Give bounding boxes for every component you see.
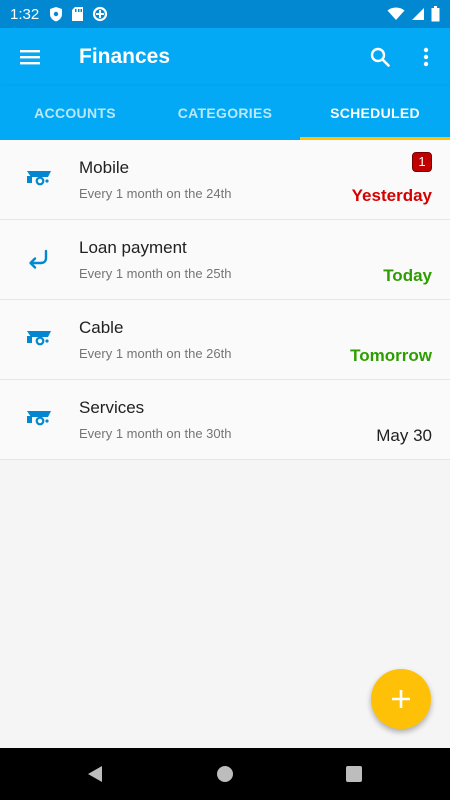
status-left-icons — [49, 6, 108, 22]
return-arrow-icon — [29, 249, 48, 269]
scheduled-item-cable[interactable]: Cable Every 1 month on the 26th Tomorrow — [0, 300, 450, 380]
tab-categories[interactable]: CATEGORIES — [150, 86, 300, 140]
search-icon[interactable] — [368, 45, 392, 69]
scheduled-recurrence: Every 1 month on the 30th — [79, 426, 232, 441]
scheduled-recurrence: Every 1 month on the 25th — [79, 266, 232, 281]
back-icon[interactable] — [85, 764, 105, 784]
tab-bar: ACCOUNTS CATEGORIES SCHEDULED — [0, 86, 450, 140]
scheduled-title: Mobile — [79, 158, 130, 177]
scheduled-title: Cable — [79, 318, 124, 337]
shield-icon — [50, 7, 63, 22]
scheduled-title: Loan payment — [79, 238, 187, 257]
system-nav-bar — [0, 748, 450, 800]
status-right-icons — [387, 6, 440, 22]
tab-scheduled[interactable]: SCHEDULED — [300, 86, 450, 140]
more-vert-icon[interactable] — [414, 45, 438, 69]
scheduled-item-mobile[interactable]: Mobile Every 1 month on the 24th 1 Yeste… — [0, 140, 450, 220]
recents-icon[interactable] — [345, 764, 363, 784]
tab-accounts[interactable]: ACCOUNTS — [0, 86, 150, 140]
scheduled-due-date: May 30 — [376, 426, 432, 445]
plus-icon — [392, 690, 410, 708]
status-time: 1:32 — [10, 5, 40, 23]
scheduled-title: Services — [79, 398, 145, 417]
payment-icon — [27, 411, 51, 426]
home-icon[interactable] — [216, 764, 234, 784]
scheduled-recurrence: Every 1 month on the 26th — [79, 346, 232, 361]
wifi-icon — [387, 7, 405, 20]
scheduled-due-date: Yesterday — [351, 186, 432, 205]
scheduled-recurrence: Every 1 month on the 24th — [79, 186, 232, 201]
scheduled-item-services[interactable]: Services Every 1 month on the 30th May 3… — [0, 380, 450, 460]
payment-icon — [27, 331, 51, 346]
app-toolbar: Finances — [0, 28, 450, 86]
scheduled-due-date: Today — [383, 266, 432, 285]
scheduled-item-loan-payment[interactable]: Loan payment Every 1 month on the 25th T… — [0, 220, 450, 300]
add-scheduled-button[interactable] — [371, 669, 431, 729]
hamburger-menu-icon[interactable] — [18, 45, 42, 69]
sd-card-icon — [72, 7, 84, 21]
cell-signal-icon — [412, 8, 424, 20]
scheduled-list: Mobile Every 1 month on the 24th 1 Yeste… — [0, 140, 450, 460]
status-bar: 1:32 — [0, 0, 450, 28]
payment-icon — [27, 171, 51, 186]
overdue-count-badge: 1 — [412, 152, 432, 172]
battery-icon — [431, 6, 440, 22]
data-saver-icon — [93, 6, 108, 22]
app-title: Finances — [79, 45, 171, 68]
scheduled-due-date: Tomorrow — [350, 346, 432, 365]
